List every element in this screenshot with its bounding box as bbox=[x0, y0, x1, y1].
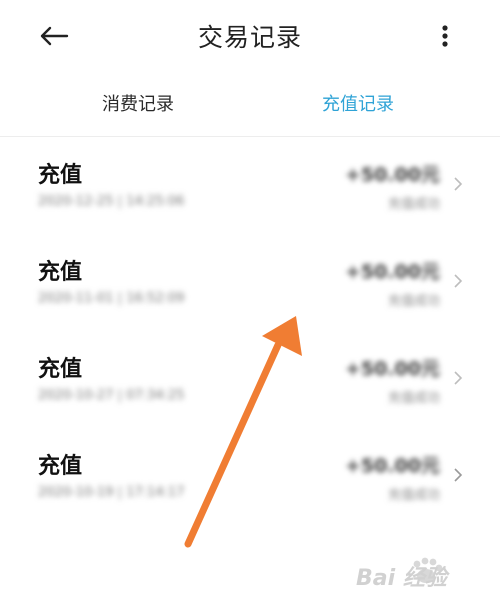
record-row[interactable]: 充值 2020-12-25 | 14:25:06 +50.00元 充值成功 bbox=[0, 140, 500, 236]
record-row[interactable]: 充值 2020-10-27 | 07:34:25 +50.00元 充值成功 bbox=[0, 334, 500, 430]
record-status: 充值成功 bbox=[387, 294, 440, 309]
watermark-text: Bai 经验 bbox=[356, 566, 447, 591]
record-row[interactable]: 充值 2020-11-01 | 16:52:09 +50.00元 充值成功 bbox=[0, 237, 500, 333]
watermark-logo: Bai 经验 bbox=[352, 554, 494, 594]
tab-recharge-records[interactable]: 充值记录 bbox=[322, 90, 394, 116]
tab-spending-records[interactable]: 消费记录 bbox=[102, 90, 174, 116]
record-status: 充值成功 bbox=[387, 391, 440, 406]
app-header: 交易记录 bbox=[0, 0, 500, 72]
page-title: 交易记录 bbox=[197, 23, 302, 52]
chevron-right-icon bbox=[454, 371, 463, 385]
record-type: 充值 bbox=[38, 454, 83, 479]
record-amount: +50.00元 bbox=[344, 164, 440, 186]
record-time: 2020-10-19 | 17:14:17 bbox=[38, 485, 185, 500]
record-row[interactable]: 充值 2020-10-19 | 17:14:17 +50.00元 充值成功 bbox=[0, 431, 500, 527]
record-amount: +50.00元 bbox=[344, 261, 440, 283]
record-time: 2020-11-01 | 16:52:09 bbox=[38, 291, 185, 306]
record-time: 2020-12-25 | 14:25:06 bbox=[38, 194, 185, 209]
chevron-right-icon bbox=[454, 274, 463, 288]
tabs-divider bbox=[0, 136, 500, 137]
record-type: 充值 bbox=[38, 260, 83, 285]
record-status: 充值成功 bbox=[387, 197, 440, 212]
more-button[interactable] bbox=[430, 18, 460, 54]
record-type: 充值 bbox=[38, 357, 83, 382]
record-type: 充值 bbox=[38, 163, 83, 188]
record-amount: +50.00元 bbox=[344, 358, 440, 380]
more-vertical-icon bbox=[442, 25, 448, 47]
record-tabs: 消费记录 充值记录 bbox=[0, 80, 500, 130]
record-time: 2020-10-27 | 07:34:25 bbox=[38, 388, 185, 403]
chevron-right-icon bbox=[454, 468, 463, 482]
record-status: 充值成功 bbox=[387, 488, 440, 503]
chevron-right-icon bbox=[454, 177, 463, 191]
record-amount: +50.00元 bbox=[344, 455, 440, 477]
